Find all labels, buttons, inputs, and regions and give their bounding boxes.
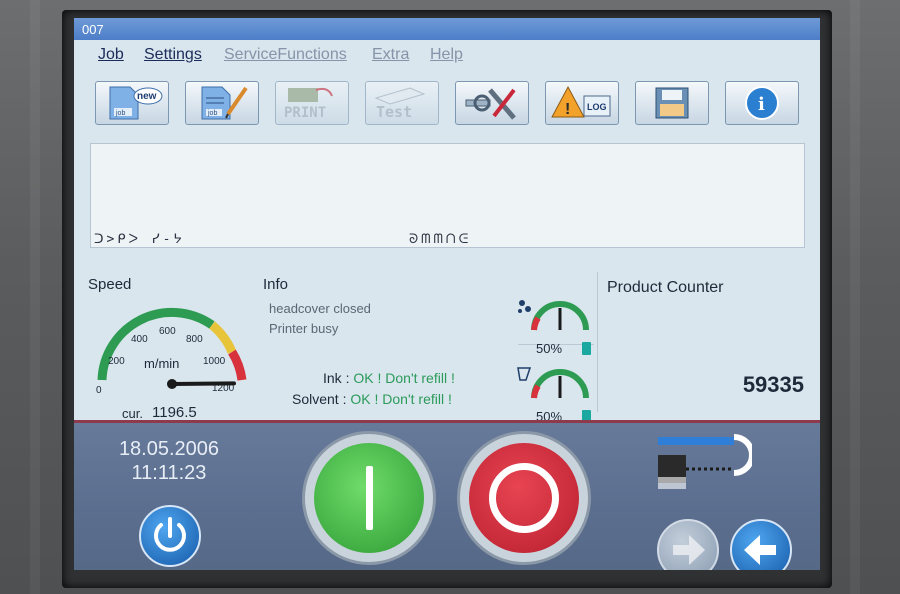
ink-status: OK ! Don't refill ! <box>353 370 455 386</box>
speed-needle <box>170 381 236 386</box>
menu-extra[interactable]: Extra <box>372 46 409 64</box>
log-button[interactable]: ! LOG <box>545 81 619 125</box>
ink-level-gauge: 50% <box>518 300 591 356</box>
product-counter-value: 59335 <box>742 372 804 397</box>
menu-settings[interactable]: Settings <box>144 46 202 64</box>
speed-tick: 400 <box>131 334 148 345</box>
info-button[interactable]: i <box>725 81 799 125</box>
window-titlebar: 007 <box>74 18 820 40</box>
svg-text:PRINT: PRINT <box>284 105 326 121</box>
warning-log-icon: ! LOG <box>551 85 611 118</box>
service-tools-icon <box>465 88 516 120</box>
arrow-left-icon <box>744 535 776 565</box>
preview-text-right: ᘐᗰᗰᑎᕮ <box>409 232 472 247</box>
stop-o-icon <box>489 463 559 533</box>
info-line-printer: Printer busy <box>269 321 339 336</box>
svg-text:new: new <box>137 91 157 102</box>
menu-job[interactable]: Job <box>98 46 124 64</box>
print-icon: PRINT <box>284 87 333 121</box>
arrow-right-icon <box>673 535 705 565</box>
info-icon: i <box>745 86 779 120</box>
speed-heading: Speed <box>88 276 132 293</box>
nozzle-status-icon <box>658 434 752 489</box>
svg-text:LOG: LOG <box>587 102 607 112</box>
svg-text:Test: Test <box>376 103 412 121</box>
svg-text:job: job <box>115 110 125 117</box>
forward-button[interactable] <box>657 519 719 570</box>
test-button[interactable]: Test <box>365 81 439 125</box>
print-preview: ᑐ>ᑭᐳ ᓯ-ᔭ ᘐᗰᗰᑎᕮ <box>90 143 805 248</box>
svg-text:i: i <box>758 94 765 115</box>
solvent-label: Solvent : <box>292 391 347 407</box>
window-title: 007 <box>82 22 104 37</box>
svg-text:job: job <box>207 110 217 117</box>
solvent-level-gauge: 50% <box>517 367 591 424</box>
toolbar: job new job PRINT Test ! LOG i <box>74 76 820 132</box>
speed-current-label: cur. <box>122 406 143 421</box>
back-button[interactable] <box>730 519 792 570</box>
speed-gauge: 0 200 400 600 800 1000 1200 m/min <box>96 307 247 396</box>
time-display: 11:11:23 <box>131 462 207 484</box>
speed-current-value: 1196.5 <box>152 404 197 421</box>
speed-tick: 200 <box>108 356 125 367</box>
save-button[interactable] <box>635 81 709 125</box>
speed-tick: 0 <box>96 385 102 396</box>
menu-bar: Job Settings ServiceFunctions Extra Help <box>74 40 820 64</box>
product-counter-heading: Product Counter <box>607 279 724 296</box>
edit-job-button[interactable]: job <box>185 81 259 125</box>
fuel-pump-icon <box>582 342 591 355</box>
ink-status-row: Ink : OK ! Don't refill ! <box>323 370 455 386</box>
ink-percent: 50% <box>536 341 562 356</box>
service-tools-button[interactable] <box>455 81 529 125</box>
speed-tick: 600 <box>159 326 176 337</box>
speed-unit: m/min <box>144 356 179 371</box>
start-i-icon <box>366 466 373 530</box>
svg-text:!: ! <box>565 101 570 118</box>
status-panel: Speed 0 200 400 600 800 1000 1200 m/min … <box>74 266 820 424</box>
ink-drops-icon <box>518 300 531 313</box>
power-button[interactable] <box>139 505 201 567</box>
speed-tick: 1000 <box>203 356 226 367</box>
print-button[interactable]: PRINT <box>275 81 349 125</box>
date-display: 18.05.2006 <box>118 438 220 460</box>
edit-job-icon: job <box>201 86 248 120</box>
info-heading: Info <box>263 276 289 293</box>
power-icon <box>154 517 186 552</box>
info-line-headcover: headcover closed <box>269 301 371 316</box>
new-job-icon: job new <box>109 86 163 120</box>
solvent-status-row: Solvent : OK ! Don't refill ! <box>292 391 452 407</box>
save-disk-icon <box>655 87 689 119</box>
menu-service-functions[interactable]: ServiceFunctions <box>224 46 347 64</box>
start-button[interactable] <box>302 431 436 565</box>
new-job-button[interactable]: job new <box>95 81 169 125</box>
solvent-bottle-icon <box>517 367 532 381</box>
speed-tick: 800 <box>186 334 203 345</box>
stop-button[interactable] <box>457 431 591 565</box>
preview-text-left: ᑐ>ᑭᐳ ᓯ-ᔭ <box>94 232 185 247</box>
solvent-status: OK ! Don't refill ! <box>350 391 452 407</box>
test-icon: Test <box>374 87 426 121</box>
menu-help[interactable]: Help <box>430 46 463 64</box>
ink-label: Ink : <box>323 370 350 386</box>
control-panel: 18.05.2006 11:11:23 <box>74 420 820 570</box>
hmi-screen: 007 Job Settings ServiceFunctions Extra … <box>74 18 820 570</box>
